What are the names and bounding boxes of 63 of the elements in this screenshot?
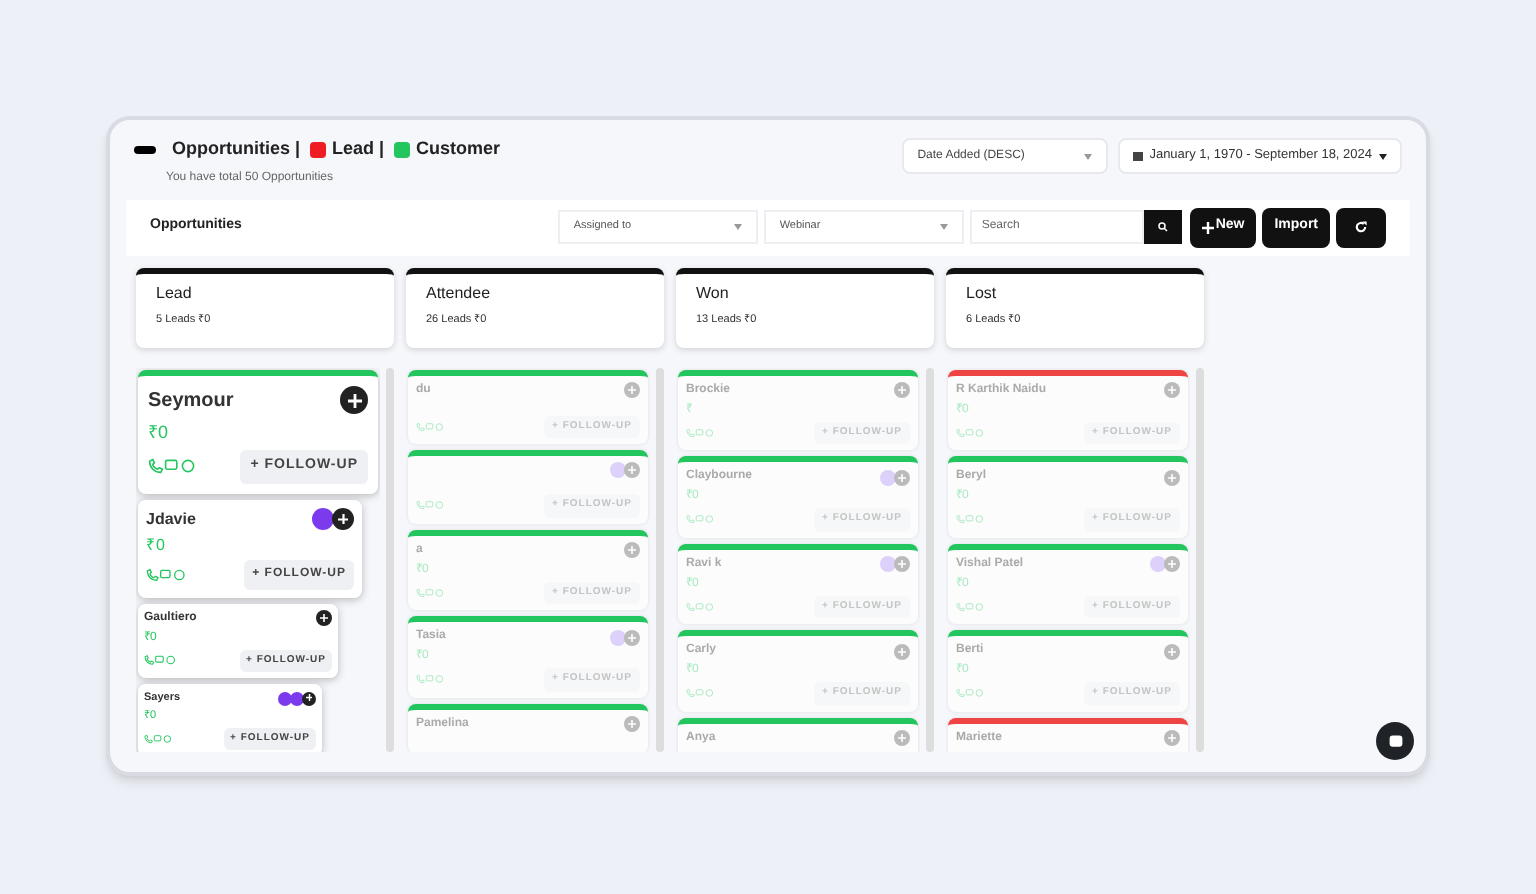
add-button[interactable] — [332, 508, 354, 530]
caret-icon — [733, 224, 742, 230]
plus-icon — [628, 546, 636, 554]
contact-icons — [956, 427, 984, 438]
caret-icon — [1378, 153, 1388, 159]
contact-icons — [144, 733, 172, 744]
caret-icon — [939, 224, 948, 230]
plus-icon — [347, 393, 361, 407]
add-button[interactable] — [316, 610, 332, 626]
plus-icon — [898, 473, 906, 481]
plus-icon — [628, 720, 636, 728]
plus-icon — [305, 694, 313, 702]
calendar-icon — [1131, 150, 1144, 162]
legend-label: Lead | — [332, 136, 385, 162]
plus-icon — [337, 513, 349, 525]
chat-button[interactable] — [1376, 722, 1414, 760]
menu-toggle-icon[interactable] — [134, 145, 156, 154]
chat-icon — [1387, 733, 1403, 749]
contact-icons — [686, 514, 714, 525]
lead-name: Jdavie — [146, 507, 196, 531]
plus-icon — [628, 386, 636, 394]
contact-icons — [416, 421, 444, 432]
refresh-icon — [1354, 220, 1368, 234]
plus-icon — [628, 633, 636, 641]
stage-title: Won — [696, 281, 731, 305]
contact-icons — [416, 674, 444, 685]
caret-icon — [1083, 153, 1092, 159]
contact-icons — [686, 688, 714, 699]
plus-icon — [898, 386, 906, 394]
plus-icon — [1201, 221, 1214, 233]
contact-icons — [144, 654, 176, 667]
stage-title: Lost — [966, 281, 999, 305]
lead-name: Seymour — [148, 387, 234, 415]
legend-label: Customer — [416, 136, 501, 162]
search-button[interactable] — [1143, 210, 1182, 244]
page-title: Opportunities | — [172, 136, 301, 162]
plus-icon — [1168, 560, 1176, 568]
plus-icon — [898, 647, 906, 655]
contact-icons — [686, 601, 714, 612]
plus-icon — [898, 734, 906, 742]
search-icon — [1157, 222, 1168, 232]
plus-icon — [1168, 473, 1176, 481]
contact-icons — [416, 500, 444, 511]
amount: ₹0 — [148, 419, 171, 445]
add-button[interactable] — [340, 386, 368, 414]
contact-icons — [956, 688, 984, 699]
plus-icon — [320, 614, 328, 622]
contact-icons — [146, 567, 186, 581]
plus-icon — [898, 560, 906, 568]
plus-icon — [1168, 647, 1176, 655]
contact-icons — [686, 427, 714, 438]
refresh-button[interactable] — [1336, 207, 1386, 247]
plus-icon — [628, 466, 636, 474]
plus-icon — [1168, 734, 1176, 742]
amount: ₹0 — [146, 533, 167, 557]
stage-title: Attendee — [426, 281, 493, 305]
contact-icons — [956, 601, 984, 612]
contact-icons — [956, 514, 984, 525]
contact-icons — [148, 458, 196, 475]
add-button[interactable] — [302, 691, 316, 706]
contact-icons — [416, 587, 444, 598]
plus-icon — [1168, 386, 1176, 394]
stage-title: Lead — [156, 281, 194, 305]
